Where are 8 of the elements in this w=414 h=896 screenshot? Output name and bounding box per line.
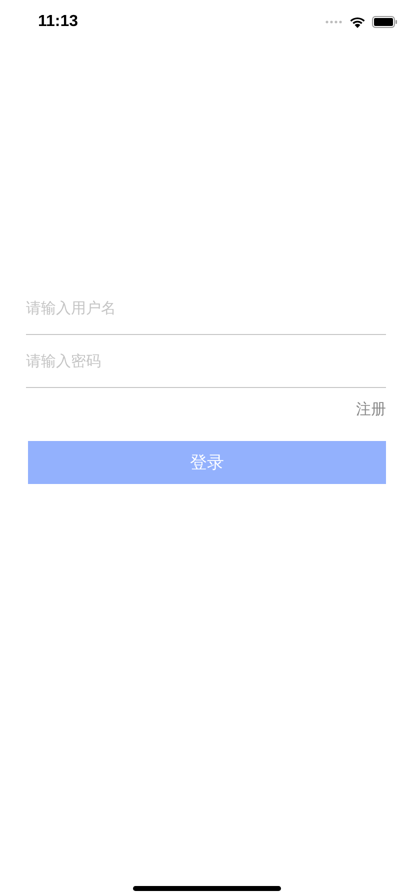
battery-icon xyxy=(372,16,398,28)
input-field[interactable]: 请输入用户名 xyxy=(26,282,386,335)
input-field[interactable]: 请输入密码 xyxy=(26,335,386,388)
login-button[interactable]: 登录 xyxy=(28,441,386,484)
signal-icon xyxy=(325,20,343,24)
status-time: 11:13 xyxy=(38,13,78,31)
register-link[interactable]: 注册 xyxy=(356,400,386,419)
wifi-icon xyxy=(349,16,366,28)
